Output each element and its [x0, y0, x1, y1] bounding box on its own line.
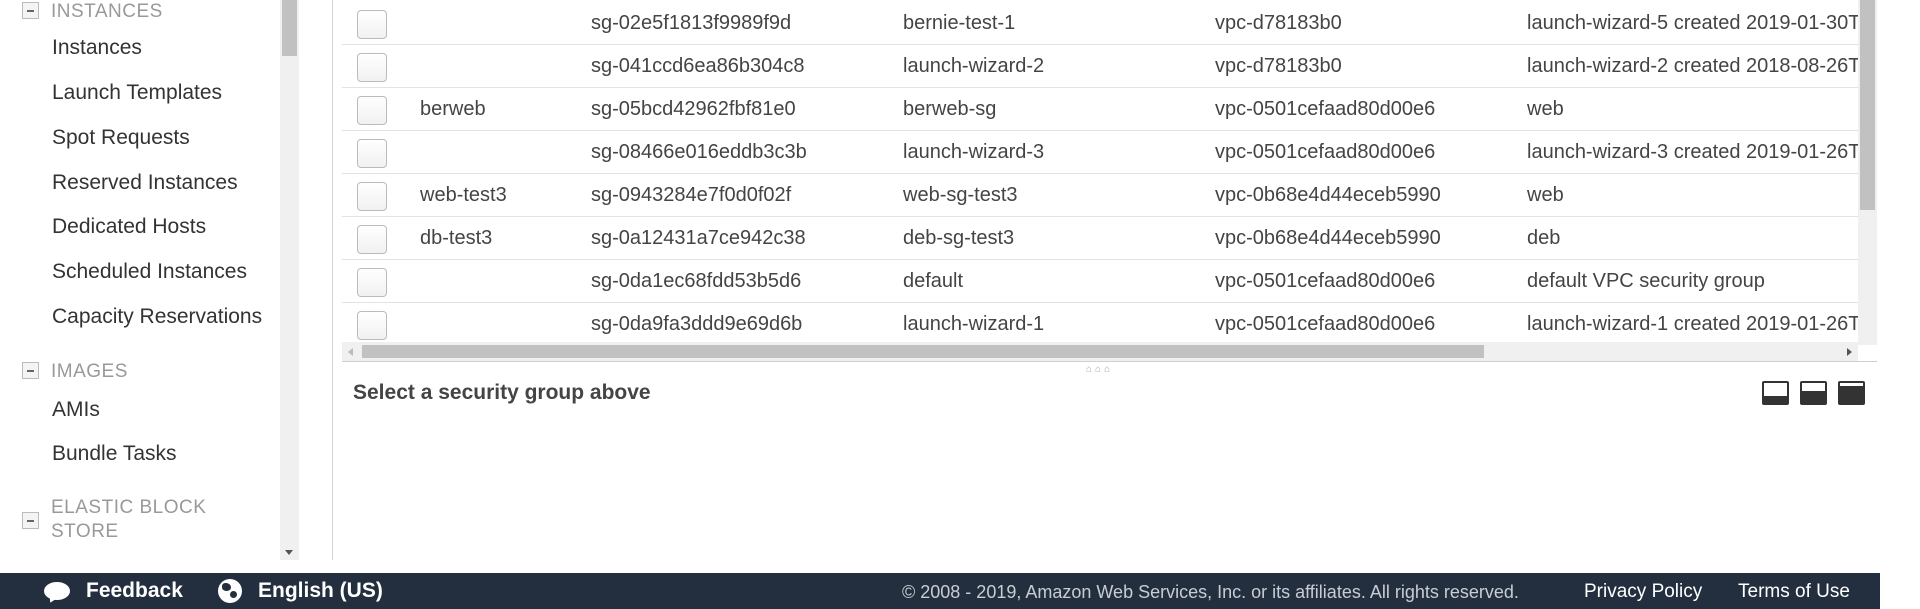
footer-bar: Feedback English (US) © 2008 - 2019, Ama… [0, 573, 1880, 609]
cell-group-name: bernie-test-1 [903, 12, 1016, 34]
sidebar-item-launch-templates[interactable]: Launch Templates [52, 81, 222, 105]
row-checkbox[interactable] [357, 225, 387, 254]
cell-description: web [1527, 184, 1564, 206]
section-instances[interactable]: INSTANCES [22, 0, 251, 24]
feedback-label: Feedback [86, 579, 183, 602]
table-row[interactable]: web-test3 sg-0943284e7f0d0f02f web-sg-te… [342, 174, 1877, 217]
cell-group-id: sg-0da9fa3ddd9e69d6b [591, 313, 803, 335]
cell-group-id: sg-02e5f1813f9989f9d [591, 12, 792, 34]
copyright-text: © 2008 - 2019, Amazon Web Services, Inc.… [902, 582, 1519, 602]
cell-vpc-id: vpc-0501cefaad80d00e6 [1215, 141, 1436, 163]
sidebar-scrollbar-thumb[interactable] [282, 0, 297, 56]
globe-icon [218, 579, 242, 603]
sidebar-item-scheduled-instances[interactable]: Scheduled Instances [52, 260, 247, 284]
pane-layout-bottom-icon[interactable] [1762, 381, 1789, 405]
cell-name: db-test3 [420, 227, 493, 249]
table-row[interactable]: sg-02e5f1813f9989f9d bernie-test-1 vpc-d… [342, 2, 1877, 45]
row-checkbox[interactable] [357, 268, 387, 297]
window-edge [1880, 0, 1920, 609]
cell-group-id: sg-0943284e7f0d0f02f [591, 184, 792, 206]
cell-vpc-id: vpc-0501cefaad80d00e6 [1215, 98, 1436, 120]
sidebar-item-amis[interactable]: AMIs [52, 398, 100, 422]
table-vertical-scrollbar[interactable] [1858, 0, 1877, 345]
collapse-icon[interactable] [22, 512, 39, 529]
sidebar-item-bundle-tasks[interactable]: Bundle Tasks [52, 442, 177, 466]
cell-vpc-id: vpc-d78183b0 [1215, 12, 1342, 34]
cell-group-name: web-sg-test3 [903, 184, 1018, 206]
cell-name: berweb [420, 98, 486, 120]
sidebar-item-reserved-instances[interactable]: Reserved Instances [52, 171, 238, 195]
row-checkbox[interactable] [357, 10, 387, 39]
table-row[interactable]: sg-0da9fa3ddd9e69d6b launch-wizard-1 vpc… [342, 303, 1877, 345]
cell-group-id: sg-0a12431a7ce942c38 [591, 227, 806, 249]
cell-group-id: sg-05bcd42962fbf81e0 [591, 98, 796, 120]
table-row[interactable]: db-test3 sg-0a12431a7ce942c38 deb-sg-tes… [342, 217, 1877, 260]
sidebar-item-capacity-reservations[interactable]: Capacity Reservations [52, 305, 262, 329]
cell-group-name: launch-wizard-3 [903, 141, 1045, 163]
cell-description: launch-wizard-1 created 2019-01-26T1 [1527, 313, 1872, 335]
table-horizontal-scrollbar-thumb[interactable] [362, 345, 1484, 358]
cell-description: launch-wizard-2 created 2018-08-26T1 [1527, 55, 1872, 77]
terms-of-use-link[interactable]: Terms of Use [1738, 581, 1850, 603]
cell-vpc-id: vpc-d78183b0 [1215, 55, 1342, 77]
cell-group-name: launch-wizard-2 [903, 55, 1045, 77]
cell-description: launch-wizard-5 created 2019-01-30T1 [1527, 12, 1872, 34]
cell-description: web [1527, 98, 1564, 120]
scroll-down-arrow-icon[interactable] [285, 550, 293, 555]
pane-divider [332, 0, 333, 560]
sidebar-scrollbar[interactable] [280, 0, 299, 560]
cell-vpc-id: vpc-0501cefaad80d00e6 [1215, 270, 1436, 292]
section-label: INSTANCES [51, 1, 163, 22]
row-checkbox[interactable] [357, 139, 387, 168]
cell-description: default VPC security group [1527, 270, 1765, 292]
table-row[interactable]: berweb sg-05bcd42962fbf81e0 berweb-sg vp… [342, 88, 1877, 131]
table-row[interactable]: sg-0da1ec68fdd53b5d6 default vpc-0501cef… [342, 260, 1877, 303]
sidebar-item-spot-requests[interactable]: Spot Requests [52, 126, 190, 150]
cell-vpc-id: vpc-0b68e4d44eceb5990 [1215, 184, 1441, 206]
feedback-button[interactable]: Feedback [44, 579, 183, 605]
sidebar-item-instances[interactable]: Instances [52, 36, 142, 60]
pane-layout-full-icon[interactable] [1838, 381, 1865, 405]
cell-name: web-test3 [420, 184, 507, 206]
collapse-icon[interactable] [22, 2, 39, 19]
language-label: English (US) [258, 579, 383, 602]
cell-group-name: default [903, 270, 964, 292]
cell-group-name: launch-wizard-1 [903, 313, 1045, 335]
section-elastic-block-store[interactable]: ELASTIC BLOCK STORE [22, 496, 251, 544]
resize-grip-icon[interactable]: ⌂⌂⌂ [1086, 364, 1113, 375]
section-images[interactable]: IMAGES [22, 360, 251, 384]
cell-group-name: deb-sg-test3 [903, 227, 1015, 249]
chat-bubble-icon [44, 580, 70, 605]
row-checkbox[interactable] [357, 96, 387, 125]
language-selector[interactable]: English (US) [218, 579, 383, 603]
row-checkbox[interactable] [357, 182, 387, 211]
section-label: IMAGES [51, 361, 128, 382]
sidebar-item-dedicated-hosts[interactable]: Dedicated Hosts [52, 215, 206, 239]
row-checkbox[interactable] [357, 311, 387, 340]
table-horizontal-scrollbar[interactable] [342, 342, 1858, 361]
sidebar-nav: INSTANCES Instances Launch Templates Spo… [0, 0, 300, 560]
cell-group-id: sg-08466e016eddb3c3b [591, 141, 807, 163]
table-vertical-scrollbar-thumb[interactable] [1860, 0, 1875, 210]
section-label: ELASTIC BLOCK STORE [51, 497, 207, 542]
table-row[interactable]: sg-041ccd6ea86b304c8 launch-wizard-2 vpc… [342, 45, 1877, 88]
cell-vpc-id: vpc-0501cefaad80d00e6 [1215, 313, 1436, 335]
cell-group-id: sg-041ccd6ea86b304c8 [591, 55, 805, 77]
cell-description: deb [1527, 227, 1561, 249]
cell-group-name: berweb-sg [903, 98, 997, 120]
scroll-right-arrow-icon[interactable] [1847, 348, 1852, 356]
cell-vpc-id: vpc-0b68e4d44eceb5990 [1215, 227, 1441, 249]
row-checkbox[interactable] [357, 53, 387, 82]
cell-description: launch-wizard-3 created 2019-01-26T1 [1527, 141, 1872, 163]
pane-layout-half-icon[interactable] [1800, 381, 1827, 405]
privacy-policy-link[interactable]: Privacy Policy [1584, 581, 1702, 603]
details-placeholder: Select a security group above [353, 381, 651, 404]
security-groups-table: sg-02e5f1813f9989f9d bernie-test-1 vpc-d… [342, 0, 1877, 345]
collapse-icon[interactable] [22, 362, 39, 379]
cell-group-id: sg-0da1ec68fdd53b5d6 [591, 270, 802, 292]
table-row[interactable]: sg-08466e016eddb3c3b launch-wizard-3 vpc… [342, 131, 1877, 174]
scroll-left-arrow-icon[interactable] [348, 348, 353, 356]
table-bottom-border [342, 361, 1877, 362]
